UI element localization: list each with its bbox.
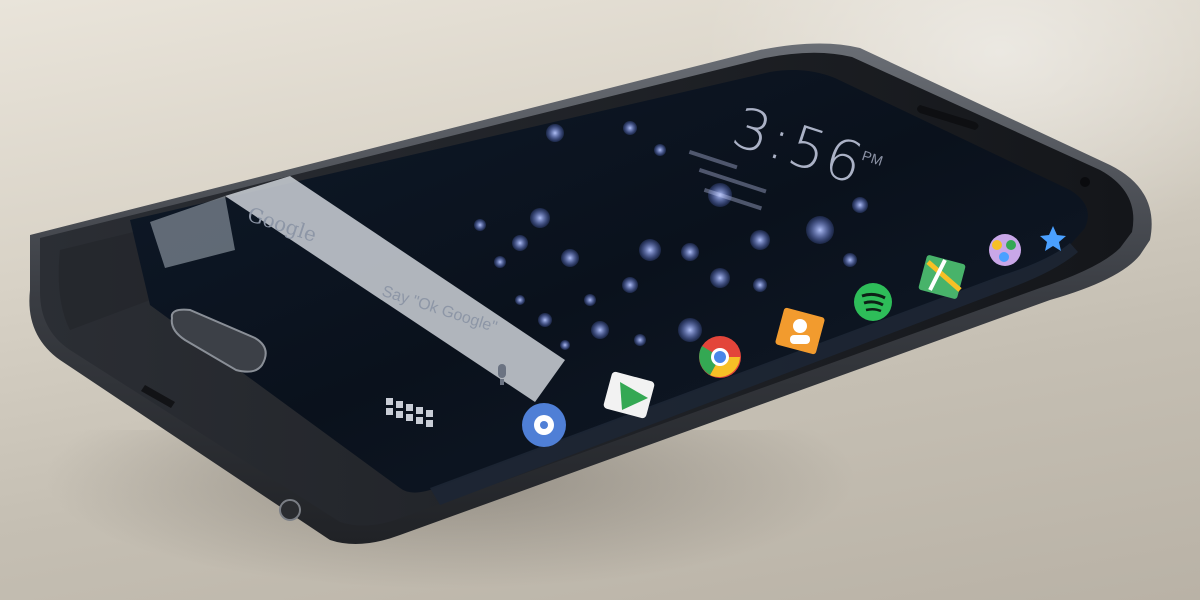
- gallery-icon[interactable]: [989, 234, 1021, 266]
- settings-icon[interactable]: [522, 403, 566, 447]
- spotify-icon[interactable]: [854, 283, 892, 321]
- chrome-icon[interactable]: [699, 336, 741, 378]
- photo-scene: 3:56 PM Google Say "Ok Google": [0, 0, 1200, 600]
- headphone-jack: [279, 499, 301, 521]
- phone-illustration: [29, 43, 1152, 545]
- front-camera: [1080, 177, 1090, 187]
